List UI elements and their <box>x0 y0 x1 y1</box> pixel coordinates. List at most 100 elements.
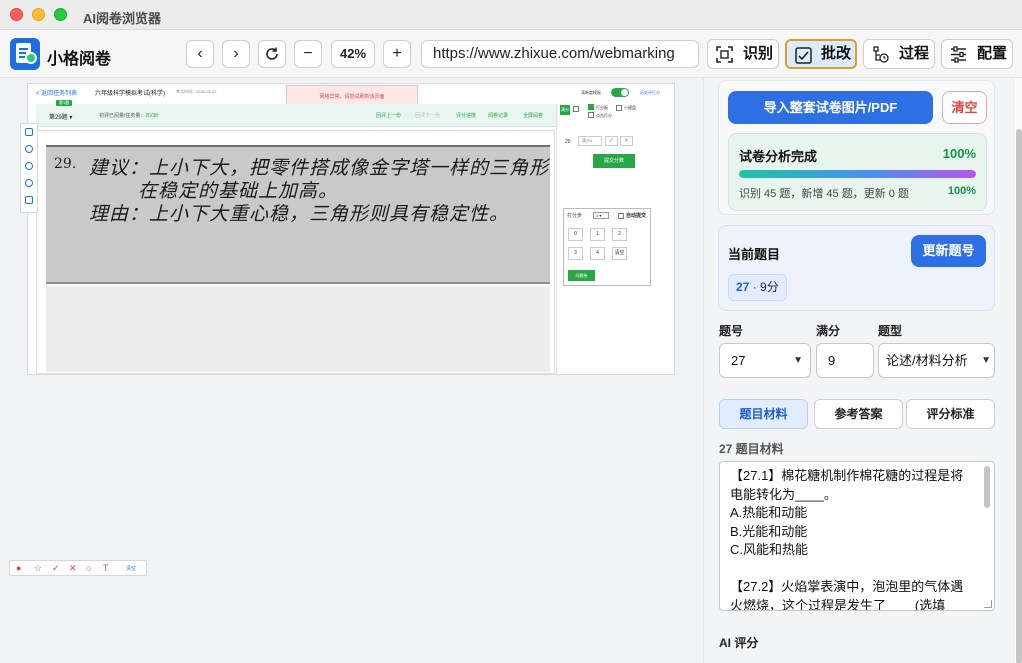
tab-scoring-criteria[interactable]: 评分标准 <box>906 399 995 429</box>
score-key[interactable]: 3 <box>568 247 583 260</box>
problem-paper-button[interactable]: 问题卷 <box>568 270 595 281</box>
clarity-switch[interactable] <box>611 88 629 97</box>
forward-icon[interactable]: › <box>222 40 250 68</box>
import-paper-button[interactable]: 导入整套试卷图片/PDF <box>728 91 933 124</box>
grade-icon <box>795 47 812 64</box>
cross-icon[interactable]: ✕ <box>69 563 77 574</box>
tab-reference-answer[interactable]: 参考答案 <box>814 399 903 429</box>
chevron-down-icon: ▼ <box>793 355 803 366</box>
url-input[interactable]: https://www.zhixue.com/webmarking <box>421 40 699 68</box>
config-icon <box>951 46 966 63</box>
panel-scrollbar-thumb[interactable] <box>1016 129 1022 663</box>
zoom-out-icon[interactable] <box>25 162 33 170</box>
annotation-clear-button[interactable]: 清空 <box>126 564 136 575</box>
score-key[interactable]: 2 <box>612 228 627 241</box>
question-number-value: 27 <box>731 353 746 368</box>
auto-submit-checkbox[interactable] <box>618 213 624 219</box>
keypad-checkbox[interactable] <box>616 105 622 111</box>
question-badge: 第1题 <box>56 100 73 106</box>
save-icon[interactable] <box>25 128 33 136</box>
analysis-status: 试卷分析完成 100% 识别 45 题，新增 45 题，更新 0 题 100% <box>728 133 987 211</box>
fullscreen-marking-link[interactable]: 全屏阅卷 <box>523 112 543 119</box>
check-icon[interactable]: ✓ <box>52 563 60 574</box>
score-step-value: 1 <box>596 213 599 218</box>
wrong-button[interactable]: × <box>620 136 633 146</box>
panel-scrollbar[interactable] <box>1013 78 1022 663</box>
rotate-icon[interactable] <box>25 179 33 187</box>
grade-button[interactable]: 批改 <box>785 39 857 69</box>
process-icon <box>873 46 889 63</box>
zoom-out-icon[interactable]: − <box>294 40 322 68</box>
score-step-label: 打分步 <box>567 213 583 219</box>
analysis-percent-secondary: 100% <box>947 185 976 197</box>
full-score-input[interactable]: 9 <box>816 343 874 378</box>
back-to-task-list-link[interactable]: < 返回任务列表 <box>36 88 77 97</box>
score-key[interactable]: 1 <box>590 228 605 241</box>
textarea-scrollbar[interactable] <box>984 466 990 508</box>
score-input[interactable]: 满分4 <box>578 136 602 146</box>
analysis-stats: 识别 45 题，新增 45 题，更新 0 题 <box>739 188 909 200</box>
minimize-window-button[interactable] <box>32 8 45 21</box>
window-title: AI阅卷浏览器 <box>83 11 162 26</box>
config-button[interactable]: 配置 <box>941 39 1013 69</box>
full-score-value: 9 <box>828 353 836 368</box>
review-next-link[interactable]: 回评下一份 <box>415 112 440 119</box>
web-content: < 返回任务列表 六年级科学模拟考试(科学) 考试时间：2026-05-22 网… <box>0 78 703 663</box>
marking-record-link[interactable]: 阅卷记录 <box>488 112 508 119</box>
process-button[interactable]: 过程 <box>863 39 935 69</box>
stamp-icon[interactable]: ● <box>16 563 21 574</box>
current-question-number: 27 <box>736 280 750 294</box>
toolbar: 小格阅卷 ‹ › − 42% + https://www.zhixue.com/… <box>0 30 1022 78</box>
close-window-button[interactable] <box>10 8 23 21</box>
logo-icon <box>10 38 40 70</box>
correct-button[interactable]: ✓ <box>605 136 618 146</box>
score-mode-checkbox[interactable] <box>573 106 579 112</box>
zoom-in-icon[interactable] <box>25 145 33 153</box>
score-board-checkbox[interactable] <box>588 104 594 110</box>
grade-label: 批改 <box>820 45 851 62</box>
back-icon[interactable]: ‹ <box>186 40 214 68</box>
answer-blank-area <box>46 286 550 372</box>
score-progress-link[interactable]: 评分进度 <box>456 112 476 119</box>
review-prev-link[interactable]: 回评上一份 <box>376 112 401 119</box>
analysis-progress-bar <box>739 170 976 178</box>
current-question-card: 当前题目 更新题号 27 · 9分 <box>718 225 995 311</box>
material-label: 27 题目材料 <box>719 442 784 456</box>
annotation-toolbar: ● ☆ ✓ ✕ ○ T 清空 <box>9 560 147 576</box>
question-select[interactable]: 第29题 ▾ <box>49 112 72 121</box>
question-number-label: 题号 <box>719 324 744 338</box>
score-question-number: 29 <box>565 139 571 145</box>
score-step-select[interactable]: 1 ▾ <box>593 212 609 219</box>
full-score-badge[interactable]: 满分 <box>560 105 570 115</box>
maximize-window-button[interactable] <box>54 8 67 21</box>
current-question-score: · 9分 <box>749 280 779 294</box>
click-score-checkbox[interactable] <box>588 112 594 118</box>
history-score-link[interactable]: 历史评打分 <box>640 90 660 96</box>
scan-icon <box>716 46 733 63</box>
question-type-select[interactable]: 论述/材料分析 ▼ <box>878 343 995 378</box>
score-key[interactable]: 4 <box>590 247 605 260</box>
tab-question-material[interactable]: 题目材料 <box>719 399 808 429</box>
score-key[interactable]: 0 <box>568 228 583 241</box>
config-label: 配置 <box>976 45 1007 62</box>
clear-button[interactable]: 清空 <box>942 91 987 124</box>
question-number-select[interactable]: 27 ▼ <box>719 343 811 378</box>
recognize-button[interactable]: 识别 <box>707 39 779 69</box>
update-question-button[interactable]: 更新题号 <box>911 235 986 267</box>
zoom-in-icon[interactable]: + <box>383 40 411 68</box>
answer-question-number: 29. <box>54 156 77 172</box>
marking-count: 初评已阅量/任务量：20/38 <box>99 112 158 119</box>
title-bar: AI阅卷浏览器 <box>0 0 1022 30</box>
reload-icon[interactable] <box>258 40 286 68</box>
marking-page: < 返回任务列表 六年级科学模拟考试(科学) 考试时间：2026-05-22 网… <box>27 83 675 375</box>
circle-icon[interactable]: ○ <box>86 563 91 574</box>
material-textarea[interactable]: 【27.1】棉花糖机制作棉花糖的过程是将电能转化为____。 A.热能和动能 B… <box>719 461 995 611</box>
submit-score-button[interactable]: 提交分数 <box>593 154 635 168</box>
copy-icon[interactable] <box>25 196 33 204</box>
text-icon[interactable]: T <box>103 563 109 574</box>
score-step-panel: 打分步 1 ▾ 自动提交 0 1 2 3 4 清空 问题卷 <box>563 208 651 286</box>
score-clear-key[interactable]: 清空 <box>612 247 627 260</box>
auto-submit-label: 自动提交 <box>626 213 647 219</box>
star-icon[interactable]: ☆ <box>34 563 42 574</box>
resize-handle[interactable] <box>984 600 992 608</box>
